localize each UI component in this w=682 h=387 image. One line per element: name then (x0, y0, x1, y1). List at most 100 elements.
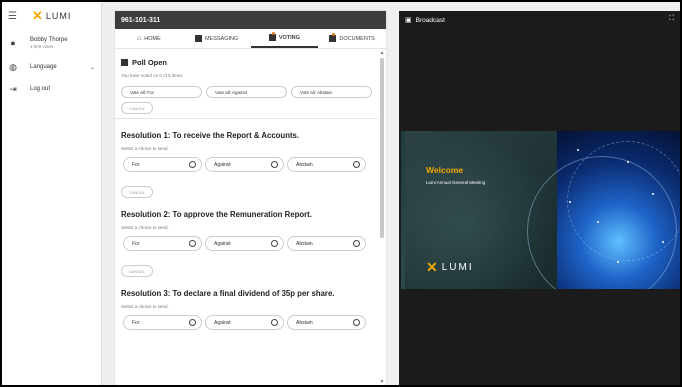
scrollbar[interactable]: ▲ ▼ (379, 50, 385, 385)
lumi-x-icon: ✕ (426, 259, 438, 275)
sidebar-item-user[interactable]: ● Bobby Thorpe 1,000 votes (2, 30, 101, 56)
sidebar-item-language[interactable]: ◍ Language ⌄ (2, 56, 101, 78)
radio-button[interactable] (271, 240, 278, 247)
resolution-1-choices: For Against Abstain (121, 157, 372, 172)
cancel-button[interactable]: CANCEL (121, 186, 153, 198)
radio-button[interactable] (353, 240, 360, 247)
broadcast-icon: ▣ (405, 17, 412, 24)
user-icon: ● (10, 38, 16, 48)
logo-text: LUMI (45, 11, 72, 21)
meeting-subtitle: Lumi Annual General Meeting (426, 180, 486, 185)
choice-label: For (132, 161, 140, 168)
scroll-down-icon[interactable]: ▼ (379, 379, 385, 385)
resolution-3-title: Resolution 3: To declare a final dividen… (121, 289, 335, 298)
meeting-id-header: 961-101-311 (115, 11, 386, 29)
choice-label: For (132, 240, 140, 247)
poll-title-text: Poll Open (132, 58, 168, 67)
notification-dot (271, 32, 275, 35)
light-dot (597, 221, 599, 223)
choice-against[interactable]: Against (205, 315, 284, 330)
sidebar-header: ☰ ✕ LUMI (2, 2, 101, 30)
voting-panel: 961-101-311 ⌂ HOME MESSAGING VOTING DOCU… (115, 11, 386, 385)
choice-against[interactable]: Against (205, 236, 284, 251)
lumi-video-logo: ✕ LUMI (426, 259, 474, 276)
resolution-2-choices: For Against Abstain (121, 236, 372, 251)
radio-button[interactable] (189, 319, 196, 326)
radio-button[interactable] (189, 240, 196, 247)
home-icon: ⌂ (137, 35, 142, 42)
broadcast-video[interactable]: Welcome Lumi Annual General Meeting ✕ LU… (401, 131, 680, 289)
messaging-icon (194, 35, 202, 42)
tab-messaging[interactable]: MESSAGING (183, 29, 251, 48)
resolution-2-title: Resolution 2: To approve the Remuneratio… (121, 210, 312, 219)
sidebar: ☰ ✕ LUMI ● Bobby Thorpe 1,000 votes ◍ La… (2, 2, 102, 385)
choice-abstain[interactable]: Abstain (287, 236, 366, 251)
light-dot (617, 261, 619, 263)
choice-for[interactable]: For (123, 315, 202, 330)
resolution-1-title: Resolution 1: To receive the Report & Ac… (121, 131, 300, 140)
tab-voting-label: VOTING (278, 34, 300, 41)
lumi-logo: ✕ LUMI (32, 8, 71, 24)
slide-edge (401, 131, 405, 289)
logout-label: Log out (30, 86, 51, 92)
globe-ring (567, 141, 680, 261)
light-dot (569, 201, 571, 203)
tab-documents-label: DOCUMENTS (339, 35, 375, 42)
globe-icon: ◍ (9, 61, 17, 72)
choice-for[interactable]: For (123, 236, 202, 251)
radio-button[interactable] (353, 319, 360, 326)
light-dot (652, 193, 654, 195)
poll-title: Poll Open (121, 58, 372, 67)
tab-home-label: HOME (144, 35, 161, 42)
notification-dot (332, 33, 336, 36)
fullscreen-icon[interactable]: ⛶ (669, 15, 674, 23)
vote-all-against-button[interactable]: Vote all: Against (206, 86, 287, 98)
choice-abstain[interactable]: Abstain (287, 315, 366, 330)
light-dot (662, 241, 664, 243)
radio-button[interactable] (271, 319, 278, 326)
menu-icon[interactable]: ☰ (8, 11, 18, 22)
broadcast-panel: ▣ Broadcast ⛶ Welcome Lumi Annual Genera… (399, 11, 680, 385)
broadcast-header: ▣ Broadcast (399, 11, 680, 29)
vote-all-for-button[interactable]: Vote all: For (121, 86, 202, 98)
user-votes: 1,000 votes (30, 44, 54, 49)
user-info: Bobby Thorpe 1,000 votes (30, 37, 68, 49)
scrollbar-thumb[interactable] (380, 58, 384, 238)
language-label: Language (30, 64, 57, 70)
tab-documents[interactable]: DOCUMENTS (318, 29, 386, 48)
light-dot (627, 161, 629, 163)
user-name: Bobby Thorpe (30, 37, 68, 43)
choice-label: For (132, 319, 140, 326)
scroll-up-icon[interactable]: ▲ (379, 50, 385, 56)
choice-for[interactable]: For (123, 157, 202, 172)
tab-bar: ⌂ HOME MESSAGING VOTING DOCUMENTS (115, 29, 386, 49)
sidebar-item-logout[interactable]: ⇥ Log out (2, 78, 101, 100)
choice-against[interactable]: Against (205, 157, 284, 172)
select-hint: Select a choice to send. (121, 146, 169, 151)
tab-voting[interactable]: VOTING (250, 29, 319, 48)
cancel-button[interactable]: CANCEL (121, 265, 153, 277)
globe-image (527, 131, 680, 289)
vote-all-row: Vote all: For Vote all: Against Vote all… (121, 86, 372, 98)
radio-button[interactable] (189, 161, 196, 168)
choice-label: Abstain (296, 319, 313, 326)
voting-content: Poll Open You have voted on 0 of 5 items… (115, 50, 378, 385)
logout-icon: ⇥ (9, 83, 17, 94)
select-hint: Select a choice to send. (121, 225, 169, 230)
choice-label: Against (214, 240, 231, 247)
choice-label: Against (214, 319, 231, 326)
welcome-text: Welcome (426, 165, 464, 175)
radio-button[interactable] (353, 161, 360, 168)
divider (115, 118, 378, 119)
vote-all-abstain-button[interactable]: Vote all: Abstain (291, 86, 372, 98)
cancel-button[interactable]: CANCEL (121, 102, 153, 114)
radio-button[interactable] (271, 161, 278, 168)
choice-label: Against (214, 161, 231, 168)
tab-messaging-label: MESSAGING (204, 35, 239, 42)
choice-abstain[interactable]: Abstain (287, 157, 366, 172)
tab-home[interactable]: ⌂ HOME (115, 29, 183, 48)
voting-icon (268, 32, 276, 41)
video-logo-text: LUMI (441, 262, 474, 273)
chevron-down-icon: ⌄ (89, 64, 95, 71)
broadcast-title: Broadcast (415, 16, 445, 24)
